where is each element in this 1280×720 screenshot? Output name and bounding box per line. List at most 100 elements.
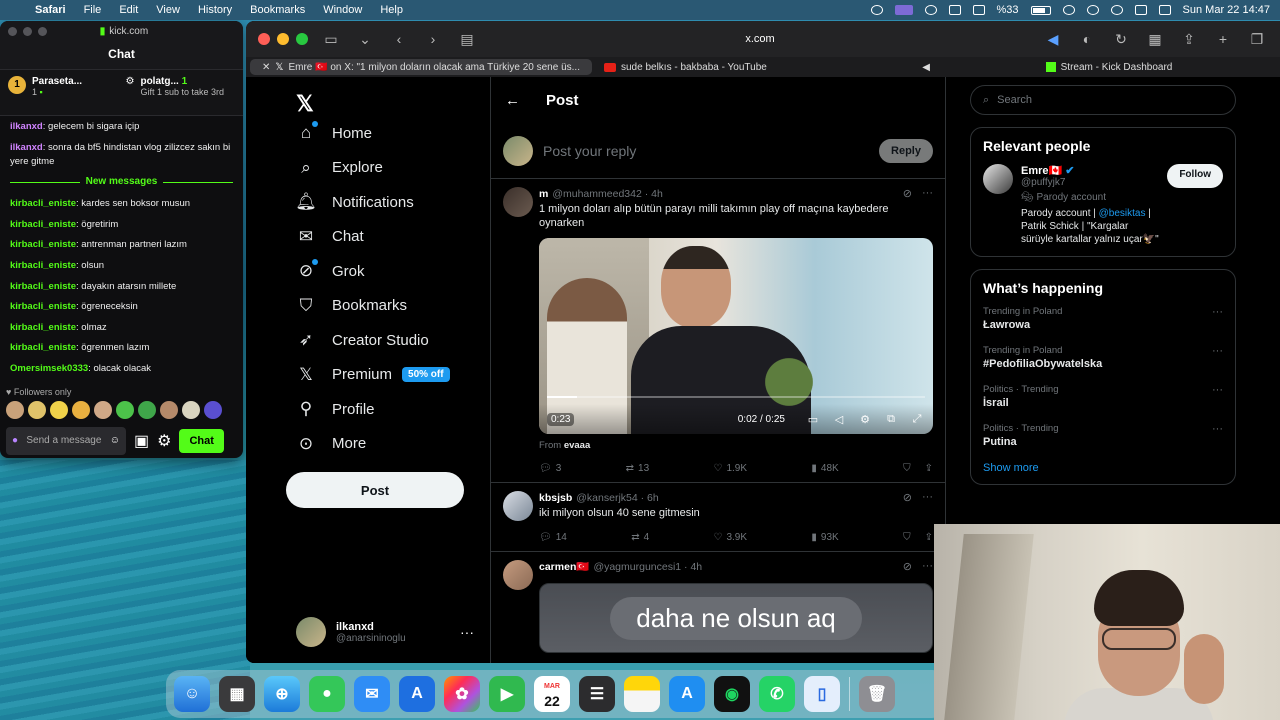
chat-username[interactable]: kirbacli_eniste [10, 301, 76, 312]
menu-file[interactable]: File [84, 4, 102, 16]
reader-icon[interactable]: ◐ [1076, 30, 1098, 48]
reminders-icon[interactable]: ☰ [579, 676, 615, 712]
chat-username[interactable]: kirbacli_eniste [10, 281, 76, 292]
menu-bookmarks[interactable]: Bookmarks [250, 4, 305, 16]
trend-item[interactable]: Politics · Trending İsrail ··· [983, 384, 1223, 409]
nav-item-more[interactable]: ⊙ More [296, 434, 366, 454]
nav-item-creator-studio[interactable]: ➶ Creator Studio [296, 330, 429, 350]
back-icon[interactable]: ‹ [388, 30, 410, 48]
send-message-input[interactable]: ● Send a message ☺ [6, 426, 126, 455]
tab-youtube[interactable]: sude belkıs - bakbaba - YouTube ◀ [596, 57, 938, 77]
pinned-gifter[interactable]: 1 Paraseta... 1 ▪ [8, 76, 118, 109]
chat-username[interactable]: kirbacli_eniste [10, 322, 76, 333]
repost-action[interactable]: ⇄ 4 [631, 532, 649, 543]
share-icon[interactable]: ⇪ [925, 532, 933, 543]
control-center-icon[interactable] [1134, 5, 1147, 15]
gift-icon[interactable]: ▣ [134, 431, 149, 451]
relevant-person[interactable]: Emre🇨🇦 ✔ @puffyjk7 🎭︎ Parody account Par… [983, 164, 1223, 246]
battery-icon[interactable] [1030, 5, 1051, 15]
video-progress[interactable] [547, 396, 925, 398]
reply-tweet[interactable]: m @muhammeed342 · 4h ⊘ ··· 1 milyon dolar… [491, 179, 945, 483]
chat-username[interactable]: Omersimsek0333 [10, 363, 88, 374]
tweet-media[interactable]: daha ne olsun aq [539, 583, 933, 653]
emote-icon[interactable] [138, 400, 156, 419]
grok-icon[interactable]: ⊘ [903, 491, 912, 504]
trend-item[interactable]: Trending in Poland Ławrowa ··· [983, 306, 1223, 331]
chat-username[interactable]: ilkanxd [10, 121, 43, 132]
zoom-icon[interactable] [38, 26, 47, 36]
apple-icon[interactable] [10, 4, 21, 16]
xcode-icon[interactable]: A [399, 676, 435, 712]
avatar[interactable] [503, 187, 533, 217]
spotlight-icon[interactable] [1086, 5, 1099, 15]
settings-icon[interactable]: ⚙ [157, 431, 171, 451]
menu-edit[interactable]: Edit [119, 4, 138, 16]
user-icon[interactable] [1110, 5, 1123, 15]
tab-x-post[interactable]: ✕ 𝕏 Emre 🇹🇷 on X: "1 milyon doların olac… [250, 59, 592, 75]
zoom-icon[interactable] [296, 33, 308, 45]
pinned-gifter[interactable]: ⚙ polatg... 1 Gift 1 sub to take 3rd [126, 76, 236, 109]
tweet-video[interactable]: 0:23 0:02 / 0:25 ▭ ◁ ⚙ ⧉ ⤢ [539, 238, 933, 434]
control-icon[interactable] [948, 5, 961, 15]
forward-icon[interactable]: › [422, 30, 444, 48]
speaker-icon[interactable]: ◀ [922, 62, 930, 73]
chat-username[interactable]: kirbacli_eniste [10, 239, 76, 250]
person-name[interactable]: Emre🇨🇦 [1021, 165, 1062, 177]
page-menu-icon[interactable]: ▤ [456, 30, 478, 48]
mail-icon[interactable]: ✉ [354, 676, 390, 712]
chat-username[interactable]: ilkanxd [10, 142, 43, 153]
person-handle[interactable]: @puffyjk7 [1021, 177, 1159, 188]
picture-in-picture-icon[interactable]: ⧉ [883, 413, 899, 426]
share-icon[interactable]: ⇪ [1178, 30, 1200, 48]
trend-item[interactable]: Politics · Trending Putina ··· [983, 423, 1223, 448]
tweet-author-name[interactable]: carmen🇹🇷 [539, 560, 589, 573]
emote-icon[interactable] [116, 400, 134, 419]
nav-item-profile[interactable]: ⚲ Profile [296, 399, 375, 419]
chevron-down-icon[interactable]: ⌄ [354, 30, 376, 48]
reply-action[interactable]: 💬︎ 3 [539, 463, 561, 474]
follow-button[interactable]: Follow [1167, 164, 1223, 188]
like-action[interactable]: ♡ 3.9K [714, 532, 748, 543]
post-button[interactable]: Post [286, 472, 464, 508]
reload-icon[interactable]: ↻ [1110, 30, 1132, 48]
nav-item-home[interactable]: ⌂ Home [296, 121, 372, 143]
account-switcher[interactable]: ilkanxd @anarsininoglu ··· [296, 617, 474, 647]
chat-username[interactable]: kirbacli_eniste [10, 260, 76, 271]
reply-action[interactable]: 💬︎ 14 [539, 532, 567, 543]
avatar[interactable] [503, 491, 533, 521]
search-input[interactable]: ⌕ Search [970, 85, 1236, 115]
trash-icon[interactable]: 🗑︎ [859, 676, 895, 712]
sidebar-icon[interactable]: ▭ [320, 30, 342, 48]
preview-icon[interactable]: ▯ [804, 676, 840, 712]
reply-tweet[interactable]: kbsjsb @kanserjk54 · 6h ⊘ ··· iki milyon … [491, 483, 945, 552]
avatar[interactable] [983, 164, 1013, 194]
emote-icon[interactable] [72, 400, 90, 419]
calendar-icon[interactable]: MAR 22 [534, 676, 570, 712]
display-icon[interactable] [972, 5, 985, 15]
nav-item-chat[interactable]: ✉ Chat [296, 227, 364, 247]
emote-icon[interactable] [28, 400, 46, 419]
tweet-author-name[interactable]: m [539, 188, 548, 200]
app-store-icon[interactable]: A [669, 676, 705, 712]
nav-item-grok[interactable]: ⊘ Grok [296, 259, 365, 281]
more-horizontal-icon[interactable]: ··· [460, 624, 474, 640]
status-camera-icon[interactable] [870, 5, 883, 15]
grok-icon[interactable]: ⊘ [903, 187, 912, 200]
more-horizontal-icon[interactable]: ··· [1212, 384, 1223, 396]
finder-icon[interactable]: ☺ [174, 676, 210, 712]
chat-username[interactable]: kirbacli_eniste [10, 342, 76, 353]
settings-icon[interactable]: ⚙ [857, 413, 873, 426]
address-bar[interactable]: x.com [490, 33, 1030, 45]
tab-overview-icon[interactable]: ▦ [1144, 30, 1166, 48]
more-horizontal-icon[interactable]: ··· [1212, 423, 1223, 435]
launchpad-icon[interactable]: ▦ [219, 676, 255, 712]
avatar[interactable] [503, 560, 533, 590]
repost-action[interactable]: ⇄ 13 [626, 463, 650, 474]
close-icon[interactable] [8, 26, 17, 36]
x-logo-icon[interactable]: 𝕏 [296, 91, 314, 117]
close-icon[interactable] [258, 33, 270, 45]
new-tab-icon[interactable]: + [1212, 30, 1234, 48]
minimize-icon[interactable] [277, 33, 289, 45]
chat-username[interactable]: kirbacli_eniste [10, 198, 76, 209]
emote-icon[interactable] [182, 400, 200, 419]
